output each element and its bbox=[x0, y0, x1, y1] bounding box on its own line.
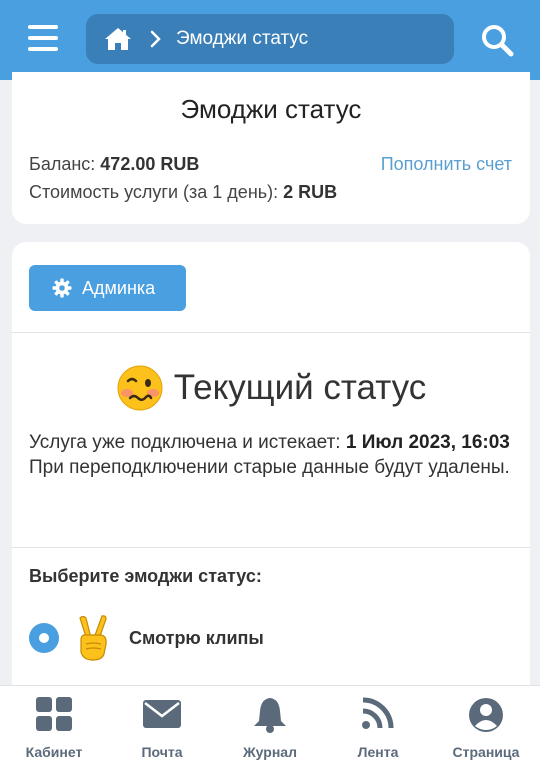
topup-link[interactable]: Пополнить счет bbox=[381, 154, 512, 175]
subscription-text: Услуга уже подключена и истекает: bbox=[29, 432, 341, 453]
nav-label: Кабинет bbox=[25, 744, 83, 760]
victory-hand-icon bbox=[79, 615, 107, 661]
cost-line: Стоимость услуги (за 1 день): 2 RUB bbox=[29, 182, 337, 203]
bell-icon bbox=[254, 698, 286, 733]
chevron-right-icon bbox=[150, 30, 161, 48]
home-icon[interactable] bbox=[104, 26, 132, 52]
nav-label: Лента bbox=[357, 744, 399, 760]
reconnect-note: При переподключении старые данные будут … bbox=[29, 457, 510, 478]
balance-value: 472.00 RUB bbox=[100, 154, 200, 174]
rss-icon bbox=[362, 697, 394, 729]
choose-emoji-label: Выберите эмоджи статус: bbox=[29, 566, 262, 586]
balance-line: Баланс: 472.00 RUB bbox=[29, 154, 199, 175]
top-bar: Эмоджи статус bbox=[0, 0, 540, 80]
breadcrumb: Эмоджи статус bbox=[86, 14, 454, 64]
nav-item-feed[interactable]: Лента bbox=[324, 686, 432, 766]
nav-label: Почта bbox=[141, 744, 183, 760]
cost-value: 2 RUB bbox=[283, 182, 338, 202]
nav-item-mail[interactable]: Почта bbox=[108, 686, 216, 766]
divider bbox=[12, 547, 530, 548]
user-circle-icon bbox=[469, 698, 503, 732]
woozy-face-icon bbox=[117, 365, 163, 411]
nav-item-page[interactable]: Страница bbox=[432, 686, 540, 766]
emoji-option-label[interactable]: Смотрю клипы bbox=[129, 628, 264, 649]
breadcrumb-current[interactable]: Эмоджи статус bbox=[176, 28, 308, 50]
expiry-date: 1 Июл 2023, 16:03 bbox=[345, 432, 510, 453]
nav-item-journal[interactable]: Журнал bbox=[216, 686, 324, 766]
search-icon[interactable] bbox=[479, 22, 515, 58]
status-card: Админка Текущий статус Услуга уже подклю… bbox=[12, 242, 530, 712]
subscription-line: Услуга уже подключена и истекает: 1 Июл … bbox=[29, 430, 519, 455]
envelope-icon bbox=[143, 700, 181, 728]
current-status-heading: Текущий статус bbox=[12, 364, 530, 412]
divider bbox=[12, 332, 530, 333]
admin-button-label: Админка bbox=[82, 277, 156, 298]
nav-label: Страница bbox=[452, 744, 520, 760]
gear-icon bbox=[52, 278, 72, 298]
nav-label: Журнал bbox=[243, 744, 297, 760]
nav-item-cabinet[interactable]: Кабинет bbox=[0, 686, 108, 766]
cost-label: Стоимость услуги (за 1 день): bbox=[29, 182, 279, 202]
service-summary-card: Эмоджи статус Баланс: 472.00 RUB Пополни… bbox=[12, 72, 530, 224]
radio-selected-icon[interactable] bbox=[29, 623, 59, 653]
admin-button[interactable]: Админка bbox=[29, 265, 186, 311]
subscription-info: Услуга уже подключена и истекает: 1 Июл … bbox=[29, 430, 519, 480]
current-status-title: Текущий статус bbox=[173, 368, 427, 407]
bottom-nav: Кабинет Почта Журнал Лента Страница bbox=[0, 685, 540, 766]
emoji-option[interactable]: Смотрю клипы bbox=[29, 614, 264, 662]
menu-icon[interactable] bbox=[28, 25, 58, 51]
page-title: Эмоджи статус bbox=[180, 94, 362, 124]
grid-icon bbox=[36, 697, 72, 731]
balance-label: Баланс: bbox=[29, 154, 96, 174]
